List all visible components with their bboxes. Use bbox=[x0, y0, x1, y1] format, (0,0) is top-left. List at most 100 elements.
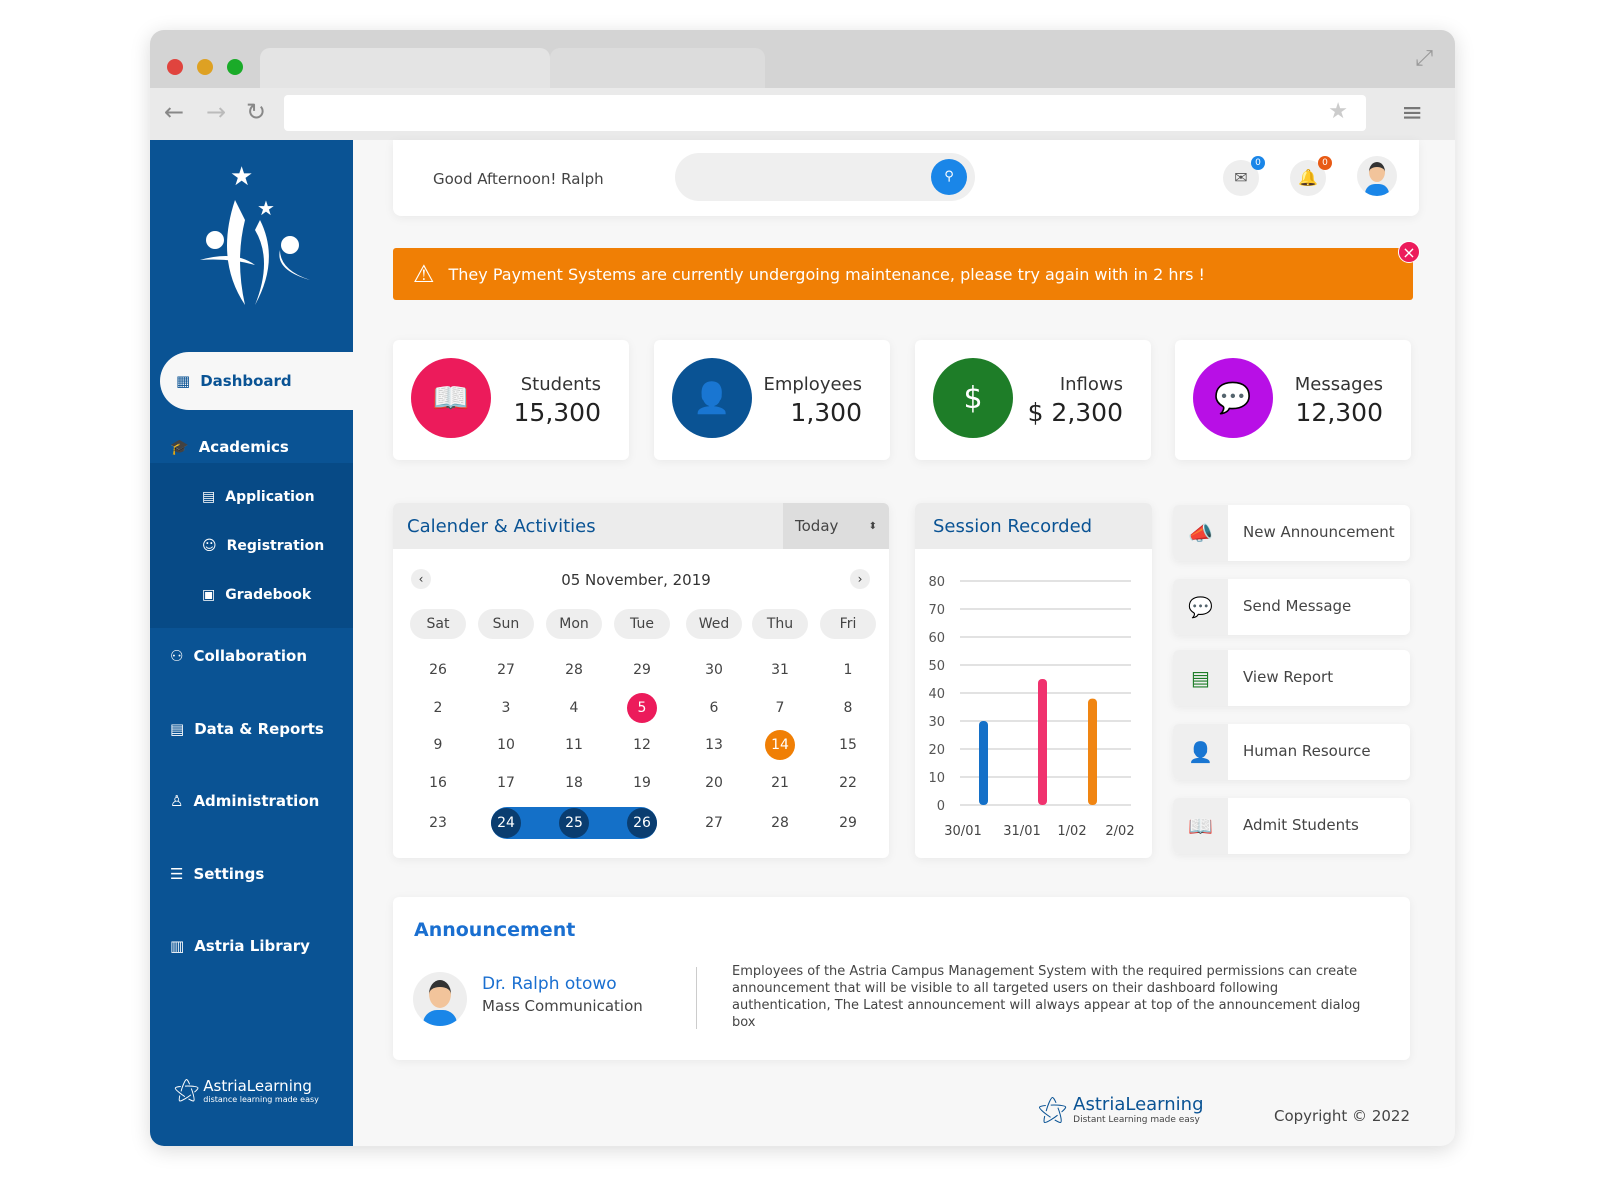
chart-title: Session Recorded bbox=[933, 515, 1093, 537]
sidebar-item-dashboard[interactable]: ▦ Dashboard bbox=[160, 352, 363, 410]
forward-icon[interactable]: → bbox=[206, 98, 226, 126]
calendar-day[interactable]: 24 bbox=[491, 808, 521, 838]
calendar-day[interactable]: 12 bbox=[627, 730, 657, 760]
message-icon: 💬 bbox=[1173, 579, 1228, 635]
logo-icon: ⚝ bbox=[1038, 1092, 1068, 1127]
sidebar-item-settings[interactable]: ☰ Settings bbox=[170, 865, 264, 883]
stat-card-employees[interactable]: 👤 Employees 1,300 bbox=[654, 340, 890, 460]
collaboration-icon: ⚇ bbox=[170, 647, 184, 665]
calendar-day[interactable]: 2 bbox=[423, 693, 453, 723]
sidebar-item-administration[interactable]: ♙ Administration bbox=[170, 792, 319, 810]
calendar-day[interactable]: 25 bbox=[559, 808, 589, 838]
stat-card-inflows[interactable]: $ Inflows $ 2,300 bbox=[915, 340, 1151, 460]
calendar-day[interactable]: 18 bbox=[559, 768, 589, 798]
sidebar-item-astria-library[interactable]: ▥ Astria Library bbox=[170, 937, 310, 955]
calendar-day[interactable]: 17 bbox=[491, 768, 521, 798]
calendar-day[interactable]: 28 bbox=[559, 655, 589, 685]
calendar-day[interactable]: 22 bbox=[833, 768, 863, 798]
expand-icon[interactable]: ⤢ bbox=[1415, 46, 1433, 71]
close-window-button[interactable] bbox=[167, 59, 183, 75]
sidebar-item-application[interactable]: ▤ Application bbox=[202, 489, 315, 505]
stat-card-students[interactable]: 📖 Students 15,300 bbox=[393, 340, 629, 460]
browser-tab[interactable] bbox=[550, 48, 765, 88]
announcement-body: Employees of the Astria Campus Managemen… bbox=[732, 964, 1361, 1030]
quick-action-button[interactable]: 👤 Human Resource bbox=[1173, 724, 1410, 780]
search-button[interactable]: ⚲ bbox=[931, 159, 967, 195]
calendar-day[interactable]: 19 bbox=[627, 768, 657, 798]
graduation-cap-icon: 🎓 bbox=[170, 438, 189, 456]
quick-action-button[interactable]: 💬 Send Message bbox=[1173, 579, 1410, 635]
quick-action-button[interactable]: ▤ View Report bbox=[1173, 650, 1410, 706]
next-month-button[interactable]: › bbox=[850, 569, 870, 589]
copyright: Copyright © 2022 bbox=[1274, 1107, 1411, 1125]
calendar-day[interactable]: 26 bbox=[423, 655, 453, 685]
megaphone-icon: 📣 bbox=[1173, 505, 1228, 561]
browser-tab[interactable] bbox=[260, 48, 550, 88]
star-icon[interactable]: ★ bbox=[1328, 99, 1348, 124]
bar-30/01 bbox=[979, 721, 988, 805]
calendar-day[interactable]: 13 bbox=[699, 730, 729, 760]
maximize-window-button[interactable] bbox=[227, 59, 243, 75]
calendar-day[interactable]: 29 bbox=[627, 655, 657, 685]
today-dropdown[interactable]: Today ⬍ bbox=[783, 503, 889, 549]
document-icon: ▤ bbox=[202, 489, 216, 505]
sidebar-item-data-reports[interactable]: ▤ Data & Reports bbox=[170, 720, 324, 738]
notifications-button[interactable]: 🔔 0 bbox=[1290, 156, 1332, 196]
calendar-day[interactable]: 21 bbox=[765, 768, 795, 798]
calendar-day[interactable]: 5 bbox=[627, 693, 657, 723]
calendar-day[interactable]: 7 bbox=[765, 693, 795, 723]
url-input[interactable]: ★ bbox=[284, 95, 1366, 131]
quick-action-button[interactable]: 📣 New Announcement bbox=[1173, 505, 1410, 561]
mail-button[interactable]: ✉ 0 bbox=[1223, 156, 1265, 196]
svg-text:★: ★ bbox=[257, 196, 275, 220]
y-tick-label: 0 bbox=[937, 799, 945, 814]
sidebar-item-gradebook[interactable]: ▣ Gradebook bbox=[202, 587, 311, 603]
calendar-day[interactable]: 3 bbox=[491, 693, 521, 723]
calendar-day[interactable]: 26 bbox=[627, 808, 657, 838]
minimize-window-button[interactable] bbox=[197, 59, 213, 75]
y-tick-label: 80 bbox=[928, 575, 945, 590]
calendar-day[interactable]: 29 bbox=[833, 808, 863, 838]
quick-action-button[interactable]: 📖 Admit Students bbox=[1173, 798, 1410, 854]
author-department: Mass Communication bbox=[482, 997, 643, 1015]
calendar-day[interactable]: 9 bbox=[423, 730, 453, 760]
notification-badge: 0 bbox=[1318, 156, 1332, 170]
sidebar-item-academics[interactable]: 🎓 Academics bbox=[170, 438, 289, 456]
calendar-day[interactable]: 30 bbox=[699, 655, 729, 685]
calendar-day[interactable]: 31 bbox=[765, 655, 795, 685]
close-alert-button[interactable]: × bbox=[1398, 241, 1420, 263]
calendar-day[interactable]: 1 bbox=[833, 655, 863, 685]
calendar-day[interactable]: 6 bbox=[699, 693, 729, 723]
admin-icon: ♙ bbox=[170, 792, 184, 810]
address-bar-row: ← → ↻ ★ ≡ bbox=[150, 88, 1455, 140]
calendar-day[interactable]: 20 bbox=[699, 768, 729, 798]
y-tick-label: 20 bbox=[928, 743, 945, 758]
calendar-day[interactable]: 4 bbox=[559, 693, 589, 723]
calendar-day[interactable]: 10 bbox=[491, 730, 521, 760]
calendar-day[interactable]: 11 bbox=[559, 730, 589, 760]
menu-icon[interactable]: ≡ bbox=[1401, 98, 1423, 128]
back-icon[interactable]: ← bbox=[164, 98, 184, 126]
stat-card-messages[interactable]: 💬 Messages 12,300 bbox=[1175, 340, 1411, 460]
calendar-day[interactable]: 28 bbox=[765, 808, 795, 838]
calendar-day[interactable]: 16 bbox=[423, 768, 453, 798]
sidebar-item-collaboration[interactable]: ⚇ Collaboration bbox=[170, 647, 307, 665]
calendar-day[interactable]: 15 bbox=[833, 730, 863, 760]
author-name[interactable]: Dr. Ralph otowo bbox=[482, 974, 617, 994]
calendar-day[interactable]: 8 bbox=[833, 693, 863, 723]
avatar[interactable] bbox=[1357, 156, 1397, 196]
calendar-day[interactable]: 27 bbox=[699, 808, 729, 838]
reload-icon[interactable]: ↻ bbox=[246, 98, 266, 126]
calendar-day[interactable]: 27 bbox=[491, 655, 521, 685]
svg-text:★: ★ bbox=[230, 162, 253, 192]
calendar-day[interactable]: 23 bbox=[423, 808, 453, 838]
search-input[interactable]: ⚲ bbox=[675, 153, 975, 201]
logo-icon: ★★ bbox=[200, 162, 310, 305]
students-icon: 📖 bbox=[411, 358, 491, 438]
sidebar-item-registration[interactable]: ☺ Registration bbox=[202, 538, 324, 554]
library-icon: ▥ bbox=[170, 937, 185, 955]
calendar-day[interactable]: 14 bbox=[765, 730, 795, 760]
announcement-panel: Announcement Dr. Ralph otowo Mass Commun… bbox=[393, 897, 1410, 1060]
y-tick-label: 50 bbox=[928, 659, 945, 674]
weekday-header: Fri bbox=[820, 609, 876, 639]
